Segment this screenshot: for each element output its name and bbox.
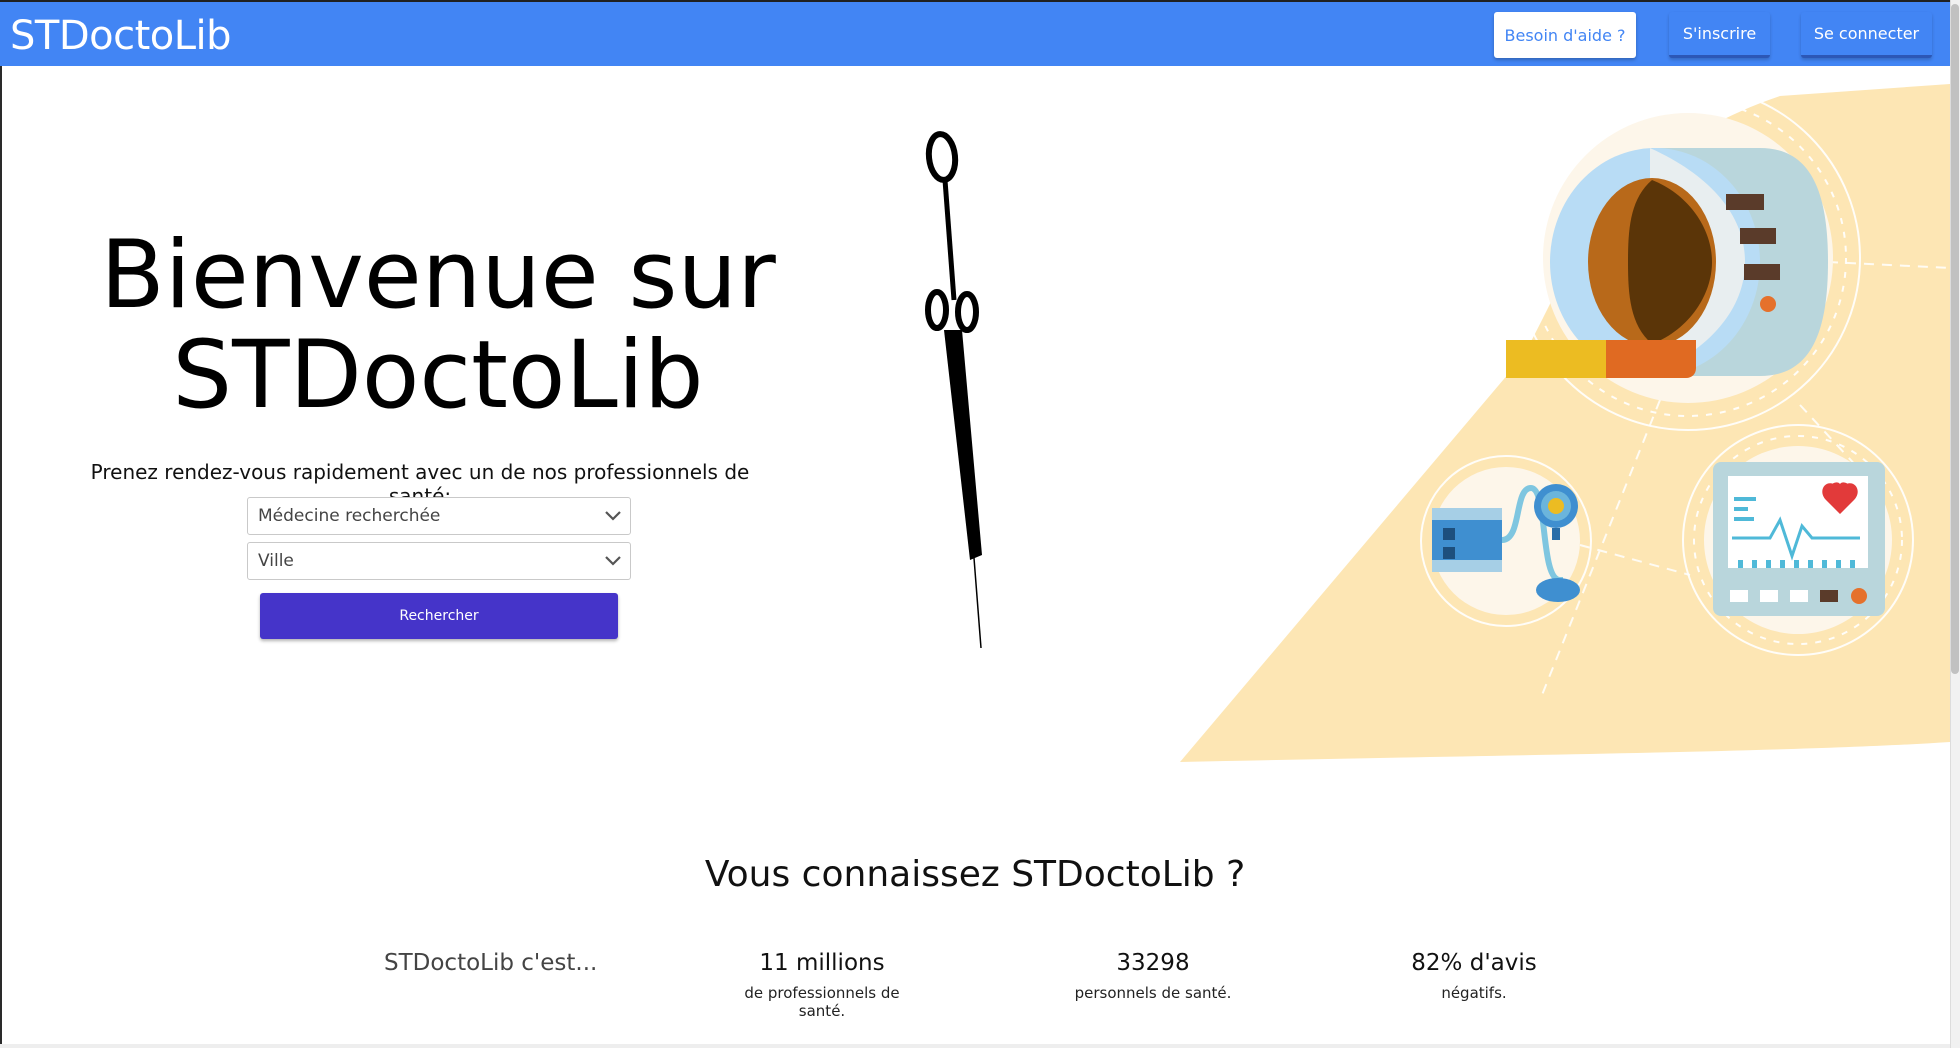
hero-title-line1: Bienvenue sur (100, 221, 776, 330)
stat-label: de professionnels de santé. (744, 984, 900, 1020)
stat-value: 33298 (1116, 950, 1190, 976)
blood-pressure-icon (1420, 455, 1592, 627)
hero-title-line2: STDoctoLib (172, 321, 704, 430)
scrollbar-thumb[interactable] (1951, 4, 1959, 674)
city-select-value: Ville (258, 551, 294, 571)
page-bottom-edge (0, 1044, 1950, 1048)
syringe-icon (925, 131, 982, 649)
stats-title: Vous connaissez STDoctoLib ? (704, 854, 1246, 895)
specialty-select-value: Médecine recherchée (258, 506, 441, 526)
stat-staff: 33298 personnels de santé. (1053, 950, 1253, 1002)
stat-label: négatifs. (1441, 984, 1507, 1002)
stat-professionals: 11 millions de professionnels de santé. (722, 950, 922, 1020)
stat-value: 82% d'avis (1411, 950, 1537, 976)
chevron-down-icon (604, 551, 622, 576)
stats-intro: STDoctoLib c'est... (384, 950, 598, 976)
city-select[interactable]: Ville (247, 542, 631, 580)
stat-reviews: 82% d'avis négatifs. (1374, 950, 1574, 1002)
chevron-down-icon (604, 506, 622, 531)
hero-title: Bienvenue sur STDoctoLib (90, 226, 786, 426)
stat-label: personnels de santé. (1074, 984, 1232, 1002)
search-button[interactable]: Rechercher (260, 593, 618, 639)
specialty-select[interactable]: Médecine recherchée (247, 497, 631, 535)
stat-value: 11 millions (759, 950, 885, 976)
